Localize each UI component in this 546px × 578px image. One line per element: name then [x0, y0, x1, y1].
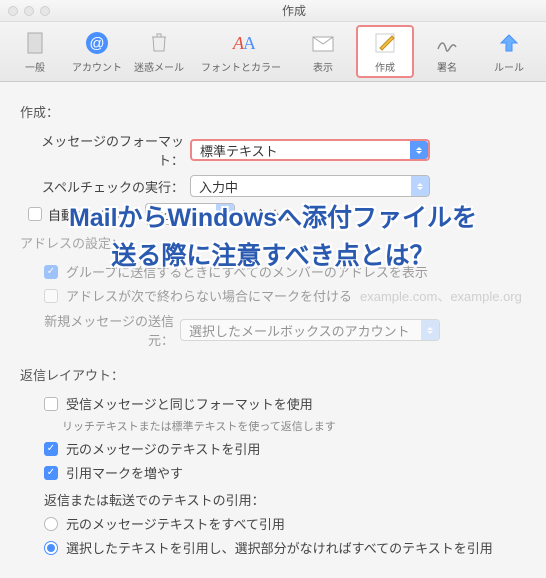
tab-viewing[interactable]: 表示 — [294, 27, 352, 76]
quote-selected-radio[interactable] — [44, 541, 58, 555]
tab-label: 一般 — [25, 59, 45, 74]
format-label: メッセージのフォーマット： — [24, 131, 184, 169]
minimize-button[interactable] — [24, 6, 34, 16]
chevron-updown-icon — [410, 141, 428, 159]
trash-icon — [145, 29, 173, 57]
tab-label: フォントとカラー — [201, 59, 281, 74]
tab-fonts[interactable]: AA フォントとカラー — [192, 27, 290, 76]
cc-select[interactable]: Cc： — [145, 203, 235, 225]
increase-quote-checkbox[interactable] — [44, 466, 58, 480]
font-icon: AA — [227, 29, 255, 57]
signature-icon — [433, 29, 461, 57]
atmark-value: example.com、example.org — [360, 286, 522, 305]
auto-cc-checkbox[interactable] — [28, 207, 42, 221]
window-controls — [8, 6, 50, 16]
atmark-checkbox[interactable] — [44, 289, 58, 303]
group-checkbox[interactable] — [44, 265, 58, 279]
tab-junk[interactable]: 迷惑メール — [130, 27, 188, 76]
titlebar: 作成 — [0, 0, 546, 22]
sendfrom-select[interactable]: 選択したメールボックスのアカウント — [180, 319, 440, 341]
tab-label: 作成 — [375, 59, 395, 74]
spell-value: 入力中 — [199, 177, 238, 196]
atmark-label: アドレスが次で終わらない場合にマークを付ける — [66, 286, 352, 305]
tab-composing[interactable]: 作成 — [356, 25, 414, 78]
auto-cc-suffix: に含める — [241, 205, 293, 224]
tab-general[interactable]: 一般 — [6, 27, 64, 76]
group-label: グループに送信するときにすべてのメンバーのアドレスを表示 — [66, 262, 428, 281]
tab-label: ルール — [494, 59, 524, 74]
increase-quote-label: 引用マークを増やす — [66, 463, 183, 482]
prefs-toolbar: 一般 @ アカウント 迷惑メール AA フォントとカラー 表示 作成 署名 ルー… — [0, 22, 546, 82]
cc-value: Cc： — [154, 205, 183, 224]
zoom-button[interactable] — [40, 6, 50, 16]
address-section: アドレスの設定： — [20, 233, 530, 252]
chevron-updown-icon — [411, 176, 429, 196]
tab-accounts[interactable]: @ アカウント — [68, 27, 126, 76]
svg-text:A: A — [243, 33, 255, 53]
content-pane: 作成： メッセージのフォーマット： 標準テキスト スペルチェックの実行： 入力中… — [0, 82, 546, 578]
reply-section: 返信レイアウト： — [20, 365, 530, 384]
spell-select[interactable]: 入力中 — [190, 175, 430, 197]
compose-section: 作成： — [20, 102, 530, 121]
sameformat-label: 受信メッセージと同じフォーマットを使用 — [66, 394, 313, 413]
sendfrom-value: 選択したメールボックスのアカウント — [189, 321, 410, 340]
quote-original-checkbox[interactable] — [44, 442, 58, 456]
chevron-updown-icon — [421, 320, 439, 340]
sameformat-checkbox[interactable] — [44, 397, 58, 411]
compose-icon — [371, 29, 399, 57]
chevron-updown-icon — [216, 204, 234, 224]
sendfrom-label: 新規メッセージの送信元： — [24, 311, 174, 349]
sameformat-hint: リッチテキストまたは標準テキストを使って返信します — [62, 418, 530, 434]
general-icon — [21, 29, 49, 57]
tab-label: 表示 — [313, 59, 333, 74]
quote-all-radio[interactable] — [44, 517, 58, 531]
tab-label: 迷惑メール — [134, 59, 184, 74]
rules-icon — [495, 29, 523, 57]
svg-text:@: @ — [89, 35, 104, 52]
quote-all-label: 元のメッセージテキストをすべて引用 — [66, 514, 285, 533]
spell-label: スペルチェックの実行： — [24, 177, 184, 196]
tab-rules[interactable]: ルール — [480, 27, 538, 76]
tab-label: アカウント — [72, 59, 122, 74]
quote-original-label: 元のメッセージのテキストを引用 — [66, 439, 260, 458]
at-icon: @ — [83, 29, 111, 57]
format-select[interactable]: 標準テキスト — [190, 139, 430, 161]
window-title: 作成 — [50, 2, 538, 19]
close-button[interactable] — [8, 6, 18, 16]
tab-label: 署名 — [437, 59, 457, 74]
quote-selected-label: 選択したテキストを引用し、選択部分がなければすべてのテキストを引用 — [66, 538, 493, 557]
format-value: 標準テキスト — [200, 141, 278, 160]
tab-signatures[interactable]: 署名 — [418, 27, 476, 76]
quote-header: 返信または転送でのテキストの引用： — [44, 490, 530, 509]
envelope-icon — [309, 29, 337, 57]
auto-cc-label: 自動的に自分を — [48, 205, 139, 224]
